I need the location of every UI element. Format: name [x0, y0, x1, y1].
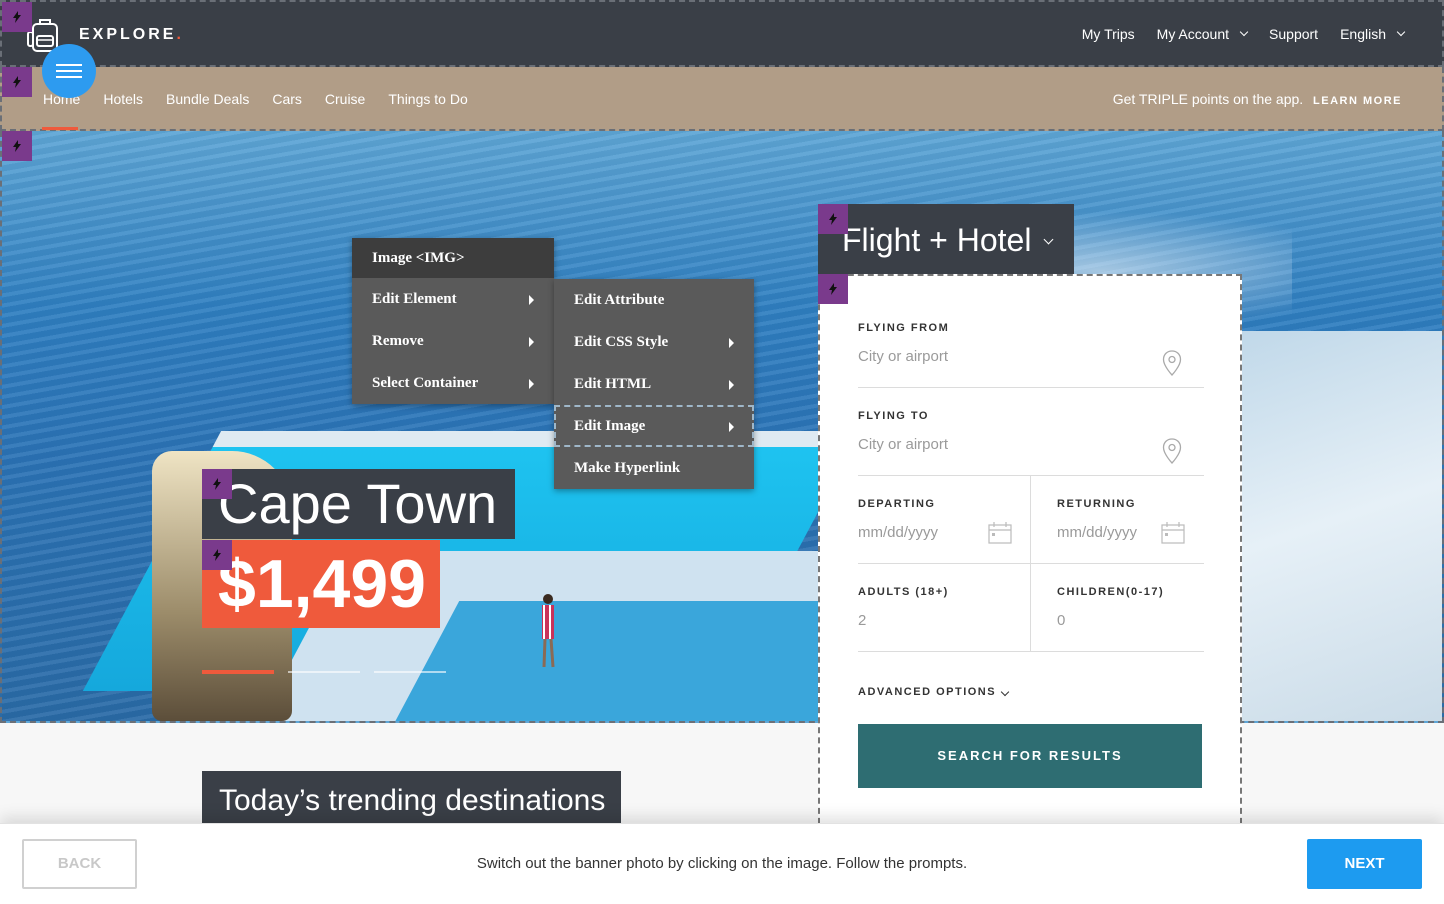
top-bar: EXPLORE. My Trips My Account Support Eng…	[0, 0, 1444, 67]
slide-indicator-3[interactable]	[374, 671, 446, 673]
booking-type-dropdown[interactable]: Flight + Hotel	[818, 204, 1074, 274]
edit-badge-lightning-icon[interactable]	[2, 2, 32, 32]
tutorial-footer: BACK Switch out the banner photo by clic…	[0, 823, 1444, 904]
context-menu-header: Image <IMG>	[352, 238, 554, 278]
context-menu: Image <IMG> Edit Element Remove Select C…	[352, 238, 554, 404]
caret-right-icon	[729, 422, 734, 432]
promo-text: Get TRIPLE points on the app.	[1112, 91, 1304, 107]
chevron-down-icon	[1239, 27, 1249, 37]
booking-panel: FLYING FROM City or airport FLYING TO Ci…	[818, 274, 1242, 834]
adults-field[interactable]: ADULTS (18+) 2	[858, 586, 1031, 629]
caret-right-icon	[529, 295, 534, 305]
search-button[interactable]: SEARCH FOR RESULTS	[858, 724, 1202, 788]
active-nav-indicator	[42, 127, 78, 130]
top-links: My Trips My Account Support English	[1082, 26, 1406, 42]
flying-to-label: FLYING TO	[858, 410, 929, 422]
chevron-down-icon	[1396, 27, 1406, 37]
caret-right-icon	[729, 338, 734, 348]
edit-badge-lightning-icon[interactable]	[818, 274, 848, 304]
edit-badge-lightning-icon[interactable]	[2, 67, 32, 97]
menu-item-select-container[interactable]: Select Container	[352, 362, 554, 404]
flying-to-field[interactable]: FLYING TO City or airport	[858, 410, 1204, 476]
departing-label: DEPARTING	[858, 498, 936, 510]
edit-badge-lightning-icon[interactable]	[818, 204, 848, 234]
map-pin-icon	[1162, 350, 1182, 376]
person-figure	[542, 594, 555, 668]
brand-name[interactable]: EXPLORE.	[79, 26, 184, 44]
nav-bar: Home Hotels Bundle Deals Cars Cruise Thi…	[0, 67, 1444, 131]
slider-indicator	[202, 670, 446, 674]
children-input[interactable]: 0	[1057, 612, 1230, 629]
menu-item-edit-image[interactable]: Edit Image	[554, 405, 754, 447]
nav-item-hotels[interactable]: Hotels	[103, 91, 143, 107]
nav-item-cars[interactable]: Cars	[272, 91, 302, 107]
promo: Get TRIPLE points on the app. LEARN MORE	[1113, 91, 1402, 107]
flying-from-field[interactable]: FLYING FROM City or airport	[858, 322, 1204, 388]
returning-label: RETURNING	[1057, 498, 1136, 510]
flying-to-input[interactable]: City or airport	[858, 436, 1204, 453]
children-field[interactable]: CHILDREN(0-17) 0	[1057, 586, 1230, 629]
my-trips-link[interactable]: My Trips	[1082, 26, 1135, 42]
nav-item-bundle-deals[interactable]: Bundle Deals	[166, 91, 249, 107]
menu-item-edit-attribute[interactable]: Edit Attribute	[554, 279, 754, 321]
nav-items: Home Hotels Bundle Deals Cars Cruise Thi…	[43, 91, 468, 107]
departing-field[interactable]: DEPARTING mm/dd/yyyy	[858, 498, 1031, 544]
menu-item-edit-element[interactable]: Edit Element	[352, 278, 554, 320]
flying-from-label: FLYING FROM	[858, 322, 950, 334]
caret-right-icon	[729, 380, 734, 390]
menu-item-remove[interactable]: Remove	[352, 320, 554, 362]
nav-item-things-to-do[interactable]: Things to Do	[388, 91, 467, 107]
menu-item-edit-css-style[interactable]: Edit CSS Style	[554, 321, 754, 363]
children-label: CHILDREN(0-17)	[1057, 586, 1165, 598]
hero-city-title: Cape Town	[202, 469, 516, 539]
menu-item-make-hyperlink[interactable]: Make Hyperlink	[554, 447, 754, 489]
next-button[interactable]: NEXT	[1307, 839, 1422, 889]
caret-right-icon	[529, 379, 534, 389]
chevron-down-icon	[1000, 687, 1010, 697]
edit-badge-lightning-icon[interactable]	[202, 540, 232, 570]
hero-price: $1,499	[202, 540, 440, 628]
my-account-link[interactable]: My Account	[1157, 26, 1249, 42]
support-link[interactable]: Support	[1269, 26, 1318, 42]
adults-input[interactable]: 2	[858, 612, 1031, 629]
edit-badge-lightning-icon[interactable]	[202, 469, 232, 499]
calendar-icon	[1161, 522, 1185, 544]
instruction-text: Switch out the banner photo by clicking …	[476, 855, 968, 872]
menu-item-edit-html[interactable]: Edit HTML	[554, 363, 754, 405]
chevron-down-icon	[1043, 234, 1054, 245]
hamburger-icon[interactable]	[42, 44, 96, 98]
adults-label: ADULTS (18+)	[858, 586, 949, 598]
slide-indicator-1[interactable]	[202, 670, 274, 674]
language-select[interactable]: English	[1340, 26, 1406, 42]
dates-row: DEPARTING mm/dd/yyyy RETURNING mm/dd/yyy…	[858, 498, 1204, 564]
travelers-row: ADULTS (18+) 2 CHILDREN(0-17) 0	[858, 586, 1204, 652]
slide-indicator-2[interactable]	[288, 671, 360, 673]
caret-right-icon	[529, 337, 534, 347]
edit-badge-lightning-icon[interactable]	[2, 131, 32, 161]
flying-from-input[interactable]: City or airport	[858, 348, 1204, 365]
returning-input[interactable]: mm/dd/yyyy	[1057, 524, 1230, 541]
learn-more-link[interactable]: LEARN MORE	[1313, 95, 1402, 107]
advanced-options-toggle[interactable]: ADVANCED OPTIONS	[858, 686, 1010, 698]
nav-item-cruise[interactable]: Cruise	[325, 91, 365, 107]
calendar-icon	[988, 522, 1012, 544]
returning-field[interactable]: RETURNING mm/dd/yyyy	[1057, 498, 1230, 544]
trending-title: Today’s trending destinations	[202, 771, 622, 831]
map-pin-icon	[1162, 438, 1182, 464]
context-submenu: Edit Attribute Edit CSS Style Edit HTML …	[554, 279, 754, 489]
